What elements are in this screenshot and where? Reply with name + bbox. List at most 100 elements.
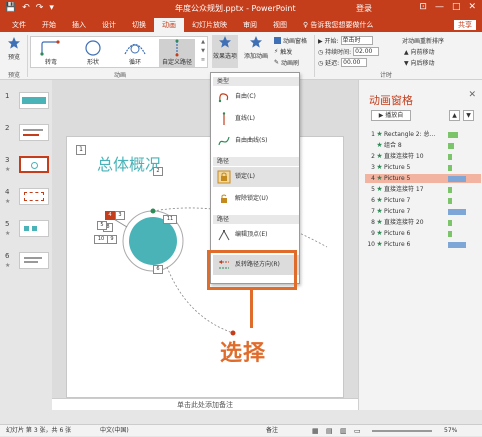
close-icon[interactable]: ✕ <box>468 90 476 100</box>
item-number: 8 <box>371 219 375 226</box>
menu-item-edit-points[interactable]: 编辑顶点(E) <box>213 225 299 245</box>
move-down-button[interactable]: ▼ <box>463 110 474 121</box>
anim-tag[interactable]: 11 <box>163 215 177 224</box>
timing-bar <box>448 197 452 204</box>
add-animation-button[interactable]: 添加动画 <box>242 35 270 60</box>
animation-list-item[interactable]: ★ 组合 8 <box>365 141 481 150</box>
star-add-icon <box>250 36 262 48</box>
center-circle[interactable] <box>129 217 177 265</box>
play-from-button[interactable]: ▶ 播放自 <box>371 110 411 121</box>
notes-area[interactable]: 单击此处添加备注 <box>52 398 358 410</box>
slide-thumbnails: 1 2 3 ★ 4 ★ 5 ★ 6 ★ <box>0 80 52 410</box>
view-slideshow-icon[interactable]: ▭ <box>354 425 361 437</box>
tab-review[interactable]: 审阅 <box>235 18 265 32</box>
tab-animations[interactable]: 动画 <box>154 18 184 32</box>
save-icon[interactable]: 💾 <box>5 3 16 13</box>
zoom-level[interactable]: 57% <box>444 425 457 437</box>
menu-item-unlocked[interactable]: 自由(C) <box>213 87 299 107</box>
trigger-label: 触发 <box>280 49 293 56</box>
tell-me-search[interactable]: ♀ 告诉我您想要做什么 <box>303 20 373 30</box>
animation-list-item[interactable]: 3 ★ Picture 5 <box>365 163 481 172</box>
tab-insert[interactable]: 插入 <box>64 18 94 32</box>
animation-list-item[interactable]: 7 ★ Picture 7 <box>365 207 481 216</box>
view-sorter-icon[interactable]: ▤ <box>326 425 333 437</box>
slide-thumb-2[interactable] <box>19 124 49 141</box>
menu-item-locked[interactable]: 锁定(L) <box>213 167 299 187</box>
anim-tag[interactable]: 2 <box>153 167 163 176</box>
customize-qa-icon[interactable]: ▾ <box>49 3 54 13</box>
close-button[interactable]: ✕ <box>468 2 476 12</box>
anim-tag-selected[interactable]: 4 <box>105 211 115 220</box>
tab-design[interactable]: 设计 <box>94 18 124 32</box>
preview-button[interactable]: 预览 <box>3 36 25 61</box>
menu-item-curve[interactable]: 自由曲线(S) <box>213 131 299 151</box>
anim-tag[interactable]: 3 <box>115 211 125 220</box>
move-earlier-button[interactable]: ▲ 向前移动 <box>404 47 435 56</box>
animation-list-item[interactable]: 6 ★ Picture 7 <box>365 196 481 205</box>
tab-home[interactable]: 开始 <box>34 18 64 32</box>
effect-custom-path[interactable]: 自定义路径 <box>159 39 195 67</box>
undo-icon[interactable]: ↶ <box>22 3 30 13</box>
effect-turns[interactable]: 转弯 <box>33 39 69 67</box>
zoom-slider[interactable] <box>372 430 432 432</box>
anim-tag[interactable]: 6 <box>153 265 163 274</box>
minimize-button[interactable]: — <box>435 2 444 12</box>
thumb-circle <box>31 162 38 169</box>
notes-toggle[interactable]: 备注 <box>266 425 278 437</box>
timing-bar <box>448 241 466 248</box>
timing-bar <box>448 230 452 237</box>
tab-transitions[interactable]: 切换 <box>124 18 154 32</box>
slide-thumb-3[interactable] <box>19 156 49 173</box>
tab-file[interactable]: 文件 <box>4 18 34 32</box>
effect-label: 循环 <box>128 59 141 66</box>
group-label-timing: 计时 <box>380 72 393 79</box>
anim-tag[interactable]: 10 <box>94 235 108 244</box>
animation-list-item[interactable]: 2 ★ 直接连接符 10 <box>365 152 481 161</box>
ribbon-display-icon[interactable]: ⊡ <box>419 2 427 12</box>
animation-painter-button[interactable]: ✎ 动画刷 <box>274 58 299 67</box>
star-icon: ★ <box>376 196 383 204</box>
animation-pane-button[interactable]: 动画窗格 <box>274 36 307 45</box>
animation-list-item[interactable]: 8 ★ 直接连接符 20 <box>365 218 481 227</box>
animation-list-item[interactable]: 9 ★ Picture 6 <box>365 229 481 238</box>
tab-view[interactable]: 视图 <box>265 18 295 32</box>
item-label: Picture 6 <box>384 230 411 237</box>
loop-path-icon <box>124 43 146 55</box>
item-label: Picture 5 <box>384 175 411 182</box>
slide-thumb-4[interactable] <box>19 188 49 205</box>
thumb-line <box>23 134 39 136</box>
move-up-button[interactable]: ▲ <box>449 110 460 121</box>
slide-thumb-5[interactable] <box>19 220 49 237</box>
share-button[interactable]: 共享 <box>454 20 476 30</box>
animation-list-item[interactable]: 1 ★ Rectangle 2: 总... <box>365 130 481 139</box>
anim-tag[interactable]: 9 <box>107 235 117 244</box>
start-select[interactable]: 单击时 <box>340 36 373 45</box>
menu-item-straight[interactable]: 直线(L) <box>213 109 299 129</box>
animation-list-item[interactable]: 10 ★ Picture 6 <box>365 240 481 249</box>
sign-in-link[interactable]: 登录 <box>356 3 372 14</box>
effect-loops[interactable]: 循环 <box>117 39 153 67</box>
lock-icon <box>217 170 231 184</box>
trigger-button[interactable]: ⚡ 触发 <box>274 47 292 56</box>
slide-thumb-1[interactable] <box>19 92 49 109</box>
effect-options-button[interactable]: 效果选项 <box>212 35 238 68</box>
redo-icon[interactable]: ↷ <box>36 3 44 13</box>
duration-input[interactable]: 02.00 <box>353 47 380 56</box>
animation-list-item[interactable]: 5 ★ 直接连接符 17 <box>365 185 481 194</box>
view-normal-icon[interactable]: ▦ <box>312 425 319 437</box>
tab-slideshow[interactable]: 幻灯片放映 <box>184 18 235 32</box>
move-later-button[interactable]: ▼ 向后移动 <box>404 58 435 67</box>
view-reading-icon[interactable]: ▥ <box>340 425 347 437</box>
gallery-scroll[interactable]: ▲ ▼ ≡ <box>200 38 206 66</box>
anim-tag[interactable]: 5 <box>97 221 107 230</box>
thumb-box <box>24 226 29 231</box>
slide-3[interactable]: 1 总体概况 2 4 3 8 10 9 6 5 11 <box>66 136 344 398</box>
effect-options-label: 效果选项 <box>212 53 237 60</box>
slide-thumb-6[interactable] <box>19 252 49 269</box>
language-indicator[interactable]: 中文(中国) <box>100 425 129 437</box>
maximize-button[interactable]: □ <box>452 2 461 12</box>
delay-input[interactable]: 00.00 <box>341 58 368 67</box>
effect-shapes[interactable]: 形状 <box>75 39 111 67</box>
animation-list-item[interactable]: 4 ★ Picture 5 <box>365 174 481 183</box>
menu-item-unlock[interactable]: 解除锁定(U) <box>213 189 299 209</box>
